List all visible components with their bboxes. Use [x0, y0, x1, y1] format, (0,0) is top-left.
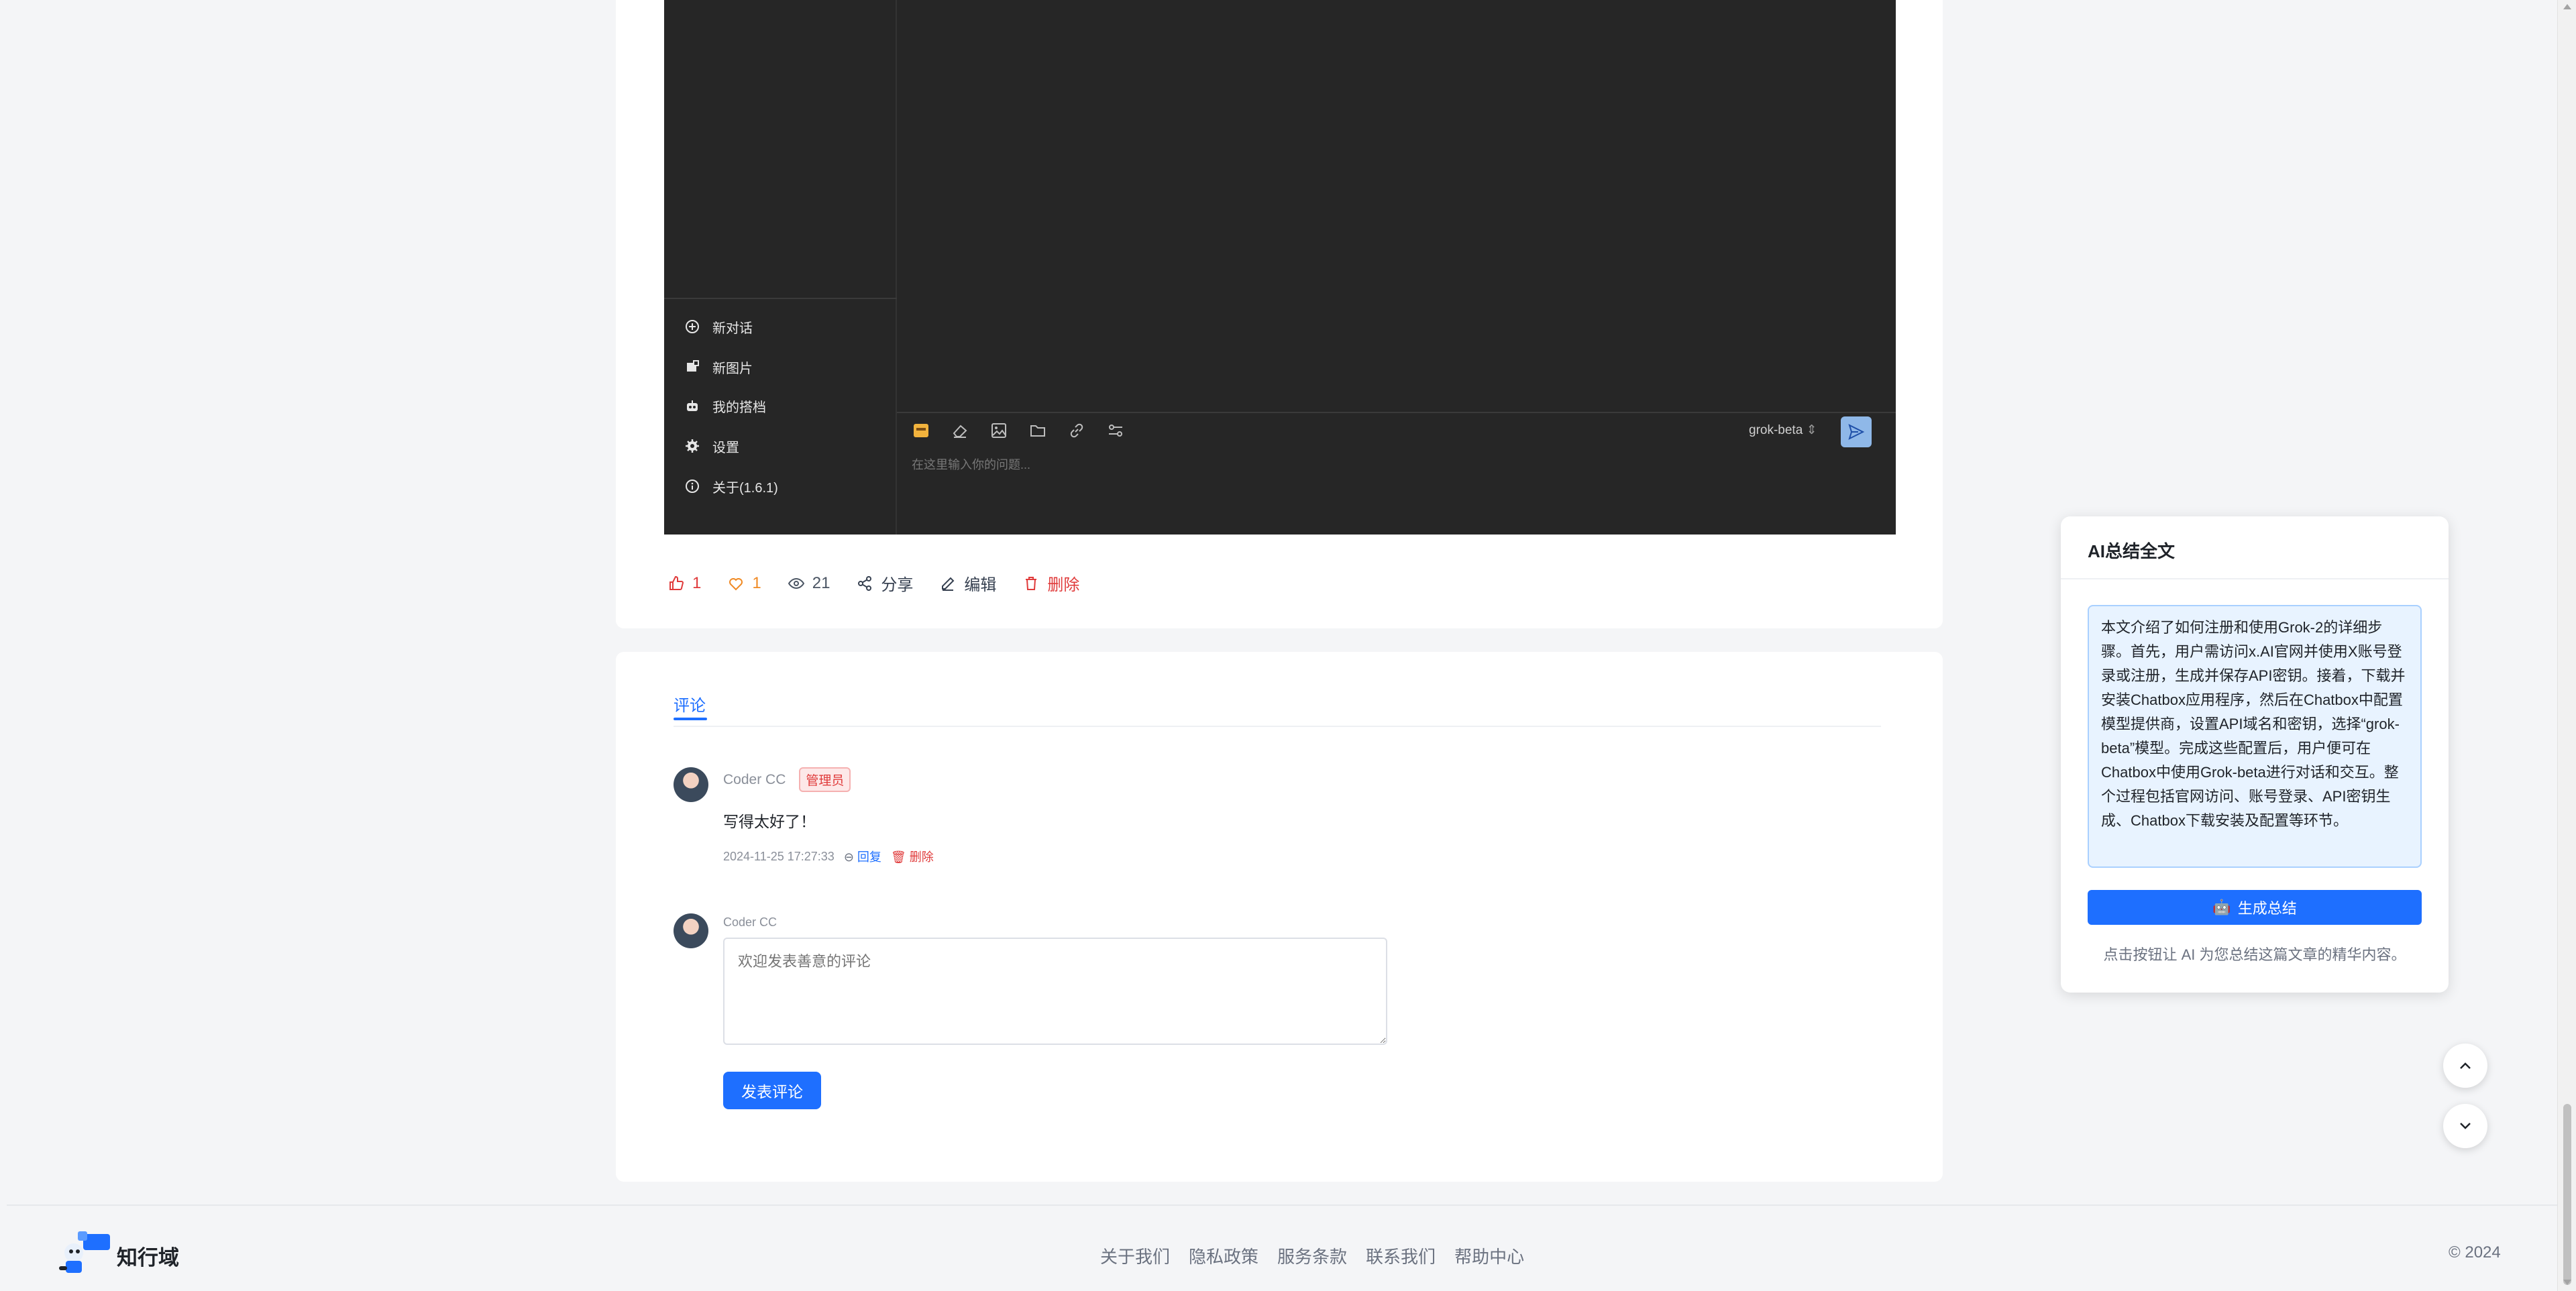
ai-summary-divider	[2061, 578, 2449, 579]
app-menu-new-image: 新图片	[684, 350, 892, 384]
comment-meta: 2024-11-25 17:27:33 ⊖ 回复 🗑 删除	[723, 848, 934, 865]
tab-divider	[674, 726, 1881, 727]
page-scrollbar[interactable]	[2557, 0, 2576, 1291]
send-icon	[1841, 416, 1872, 447]
link-icon	[1066, 420, 1087, 441]
admin-badge: 管理员	[799, 767, 851, 792]
favorite-button[interactable]: 1	[728, 574, 761, 593]
comment-delete-button[interactable]: 🗑 删除	[891, 848, 934, 865]
settings-sliders-icon	[1105, 420, 1126, 441]
model-name: grok-beta	[1749, 423, 1803, 437]
info-icon	[684, 478, 700, 494]
plus-circle-icon	[684, 319, 700, 335]
gear-icon	[684, 438, 700, 454]
app-menu-label: 关于(1.6.1)	[712, 480, 778, 496]
ai-summary-title: AI总结全文	[2088, 541, 2176, 561]
footer-link-contact[interactable]: 联系我们	[1366, 1243, 1436, 1268]
eye-icon	[788, 577, 804, 589]
updown-icon: ⇕	[1806, 423, 1817, 437]
favorite-count: 1	[752, 573, 761, 592]
folder-icon	[1027, 420, 1049, 441]
app-menu-label: 我的搭档	[712, 400, 766, 415]
footer-links: 关于我们 隐私政策 服务条款 联系我们 帮助中心	[1100, 1243, 1524, 1268]
chevron-down-icon	[2460, 1123, 2471, 1129]
image-new-icon	[684, 359, 700, 375]
footer-link-terms[interactable]: 服务条款	[1277, 1243, 1347, 1268]
footer-brand[interactable]: 知行域	[117, 1241, 179, 1271]
ai-summary-content: 本文介绍了如何注册和使用Grok-2的详细步骤。首先，用户需访问x.AI官网并使…	[2088, 605, 2422, 868]
app-toolbar-divider	[897, 412, 1896, 413]
tab-comments[interactable]: 评论	[674, 692, 706, 716]
delete-label: 删除	[1047, 576, 1080, 594]
like-button[interactable]: 1	[668, 574, 701, 593]
comment-header: Coder CC 管理员	[723, 767, 851, 792]
chevron-up-icon	[2460, 1062, 2471, 1069]
app-toolbar	[910, 420, 1126, 441]
robot-emoji-icon: 🤖	[2212, 899, 2231, 915]
views-counter: 21	[788, 574, 830, 593]
app-menu-label: 新图片	[712, 361, 753, 376]
app-menu-settings: 设置	[684, 429, 892, 463]
partner-avatar-icon	[910, 420, 932, 441]
app-menu-partners: 我的搭档	[684, 389, 892, 423]
comment-time: 2024-11-25 17:27:33	[723, 849, 835, 863]
comments-card: 评论 Coder CC 管理员 写得太好了！ 2024-11-25 17:27:…	[616, 652, 1943, 1182]
logo-icon[interactable]	[54, 1229, 115, 1278]
share-icon	[858, 575, 872, 591]
app-menu-new-chat: 新对话	[684, 310, 892, 343]
footer-link-about[interactable]: 关于我们	[1100, 1243, 1170, 1268]
model-selector: grok-beta ⇕	[1749, 423, 1817, 438]
reply-label: 回复	[857, 850, 881, 864]
footer-link-privacy[interactable]: 隐私政策	[1189, 1243, 1258, 1268]
generate-summary-label: 生成总结	[2237, 900, 2297, 917]
footer: 知行域 关于我们 隐私政策 服务条款 联系我们 帮助中心 © 2024	[7, 1204, 2557, 1291]
avatar	[674, 767, 708, 802]
share-label: 分享	[881, 576, 914, 594]
comment-input[interactable]	[723, 938, 1387, 1045]
like-count: 1	[692, 573, 702, 592]
pencil-icon	[942, 577, 955, 591]
scrollbar-thumb[interactable]	[2563, 1104, 2571, 1285]
scroll-top-button[interactable]	[2443, 1044, 2487, 1088]
scroll-down-arrow-icon[interactable]	[2563, 1280, 2571, 1285]
tab-active-indicator	[674, 718, 707, 720]
scroll-up-arrow-icon[interactable]	[2563, 4, 2571, 9]
footer-link-help[interactable]: 帮助中心	[1454, 1243, 1524, 1268]
ai-summary-note: 点击按钮让 AI 为您总结这篇文章的精华内容。	[2103, 946, 2406, 963]
article-actions: 1 1 21 分享 编辑 删除	[668, 571, 1079, 595]
reply-button[interactable]: ⊖ 回复	[844, 848, 881, 865]
trash-icon: 🗑	[890, 850, 906, 864]
app-input-placeholder: 在这里输入你的问题...	[912, 458, 1031, 471]
post-comment-button[interactable]: 发表评论	[723, 1072, 821, 1109]
thumbs-up-icon	[669, 575, 684, 590]
eraser-icon	[949, 420, 971, 441]
app-chat-area: grok-beta ⇕ 在这里输入你的问题...	[897, 0, 1896, 535]
app-sidebar-divider	[664, 298, 897, 299]
robot-icon	[684, 398, 700, 414]
delete-button[interactable]: 删除	[1023, 571, 1079, 595]
view-count: 21	[812, 573, 830, 592]
comment-author: Coder CC	[723, 771, 786, 787]
app-menu-about: 关于(1.6.1)	[684, 469, 892, 503]
ai-summary-panel: AI总结全文 本文介绍了如何注册和使用Grok-2的详细步骤。首先，用户需访问x…	[2061, 516, 2449, 993]
app-menu-label: 设置	[712, 440, 739, 455]
comment-bubble-icon: ⊖	[843, 850, 854, 864]
edit-button[interactable]: 编辑	[940, 571, 996, 595]
composer-avatar	[674, 913, 708, 948]
edit-label: 编辑	[964, 576, 997, 594]
footer-copyright: © 2024	[2449, 1243, 2501, 1261]
trash-icon	[1026, 576, 1037, 590]
image-icon	[988, 420, 1010, 441]
scroll-bottom-button[interactable]	[2443, 1104, 2487, 1148]
article-screenshot-image: 新对话 新图片 我的搭档 设置 关于(1.6.1) grok-beta ⇕ 在这…	[664, 0, 1896, 535]
comment-text: 写得太好了！	[723, 813, 816, 830]
share-button[interactable]: 分享	[857, 571, 913, 595]
comment-delete-label: 删除	[909, 850, 934, 864]
app-menu-label: 新对话	[712, 321, 753, 336]
composer-author: Coder CC	[723, 915, 777, 929]
generate-summary-button[interactable]: 🤖 生成总结	[2088, 890, 2422, 925]
heart-icon	[729, 577, 743, 590]
